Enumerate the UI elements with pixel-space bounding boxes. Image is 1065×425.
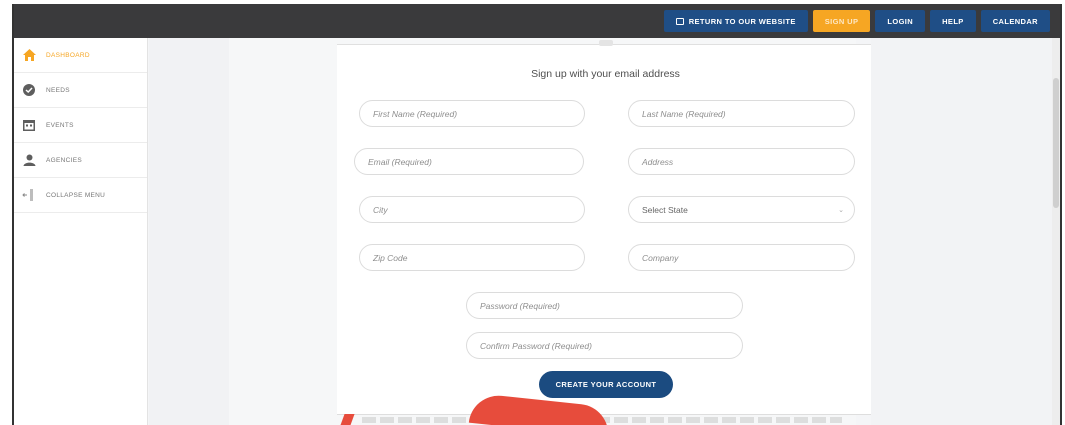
card-handle xyxy=(599,40,613,46)
signup-card: Sign up with your email address First Na… xyxy=(337,40,874,415)
help-button[interactable]: HELP xyxy=(930,10,976,32)
state-select-value: Select State xyxy=(642,204,688,215)
password-field[interactable]: Password (Required) xyxy=(466,292,743,319)
app-window: RETURN TO OUR WEBSITE SIGN UP LOGIN HELP… xyxy=(12,4,1062,425)
city-field[interactable]: City xyxy=(359,196,585,223)
sidebar-item-dashboard[interactable]: DASHBOARD xyxy=(14,38,147,73)
card-divider xyxy=(337,414,874,415)
sidebar-item-label: DASHBOARD xyxy=(46,51,90,59)
top-nav: RETURN TO OUR WEBSITE SIGN UP LOGIN HELP… xyxy=(663,10,1050,32)
external-link-icon xyxy=(675,17,684,25)
scrollbar[interactable] xyxy=(1052,38,1060,425)
sidebar-item-label: AGENCIES xyxy=(46,156,82,164)
signup-title: Sign up with your email address xyxy=(531,68,680,80)
sidebar-item-events[interactable]: EVENTS xyxy=(14,108,147,143)
sign-up-button[interactable]: SIGN UP xyxy=(812,10,871,32)
zip-code-field[interactable]: Zip Code xyxy=(359,244,585,271)
people-icon xyxy=(22,153,36,167)
email-field[interactable]: Email (Required) xyxy=(354,148,584,175)
top-bar: RETURN TO OUR WEBSITE SIGN UP LOGIN HELP… xyxy=(14,4,1060,38)
sidebar-item-needs[interactable]: NEEDS xyxy=(14,73,147,108)
state-select[interactable]: Select State ⌄ xyxy=(628,196,855,223)
first-name-field[interactable]: First Name (Required) xyxy=(359,100,585,127)
collapse-icon xyxy=(22,188,36,202)
confirm-password-field[interactable]: Confirm Password (Required) xyxy=(466,332,743,359)
content-gutter xyxy=(149,38,229,425)
sidebar-item-collapse-menu[interactable]: COLLAPSE MENU xyxy=(14,178,147,213)
main-content: Sign up with your email address First Na… xyxy=(229,38,874,425)
return-to-website-label: RETURN TO OUR WEBSITE xyxy=(688,16,796,26)
calendar-icon xyxy=(22,118,36,132)
address-field[interactable]: Address xyxy=(628,148,855,175)
login-button[interactable]: LOGIN xyxy=(875,10,926,32)
sidebar-item-label: NEEDS xyxy=(46,86,70,94)
last-name-field[interactable]: Last Name (Required) xyxy=(628,100,855,127)
check-circle-icon xyxy=(22,83,36,97)
chevron-down-icon: ⌄ xyxy=(838,206,844,214)
create-account-button[interactable]: CREATE YOUR ACCOUNT xyxy=(539,371,673,398)
sidebar-item-agencies[interactable]: AGENCIES xyxy=(14,143,147,178)
sidebar-item-label: EVENTS xyxy=(46,121,74,129)
sidebar: DASHBOARD NEEDS EVENTS AGENCIES COLLAPSE… xyxy=(14,38,148,425)
home-icon xyxy=(22,48,36,62)
scrollbar-thumb[interactable] xyxy=(1053,78,1059,208)
company-field[interactable]: Company xyxy=(628,244,855,271)
right-pane xyxy=(871,38,1060,425)
calendar-button[interactable]: CALENDAR xyxy=(980,10,1050,32)
return-to-website-button[interactable]: RETURN TO OUR WEBSITE xyxy=(663,10,808,32)
sidebar-item-label: COLLAPSE MENU xyxy=(46,191,106,199)
